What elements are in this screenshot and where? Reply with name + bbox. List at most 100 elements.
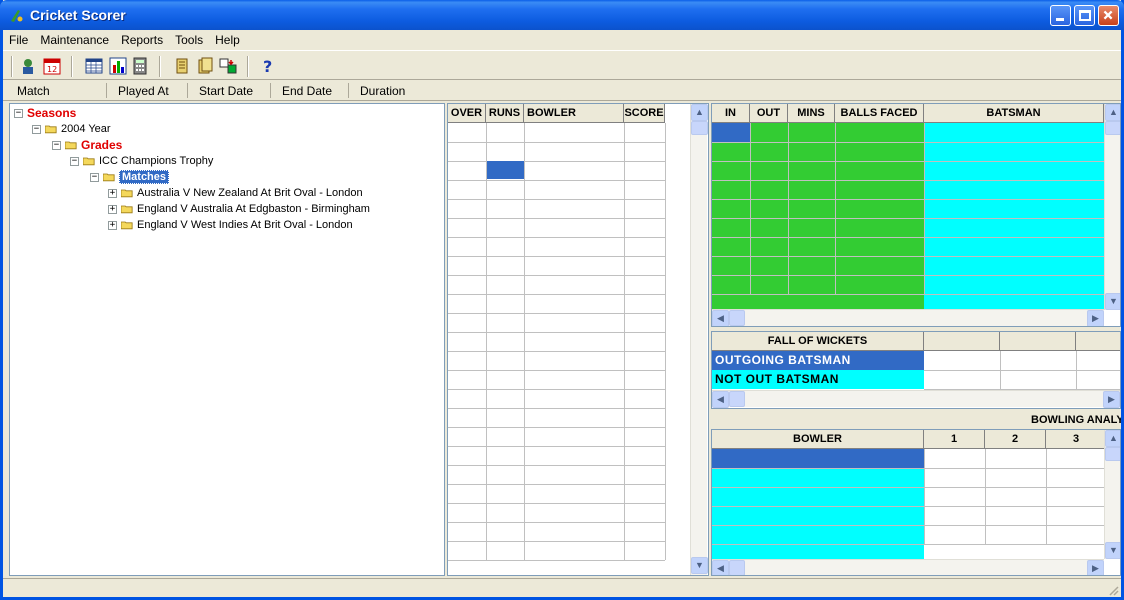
bowling-vscrollbar[interactable]: ▲ ▼ <box>1104 430 1120 559</box>
column-match[interactable]: Match <box>17 84 50 98</box>
header-over-3[interactable]: 3 <box>1046 430 1107 449</box>
scroll-right-arrow[interactable]: ▶ <box>1103 391 1120 408</box>
expand-icon[interactable]: + <box>108 204 117 214</box>
calculator-icon[interactable] <box>131 57 149 75</box>
chart-icon[interactable] <box>109 57 127 75</box>
batting-vscrollbar[interactable]: ▲ ▼ <box>1104 104 1120 310</box>
menu-reports[interactable]: Reports <box>115 33 169 47</box>
tree-label-match[interactable]: England V West Indies At Brit Oval - Lon… <box>137 219 353 231</box>
batting-cyan-area[interactable] <box>924 123 1104 310</box>
batting-green-area[interactable] <box>712 123 924 310</box>
collapse-icon[interactable]: − <box>90 172 99 182</box>
fall-of-wickets-grid[interactable]: FALL OF WICKETS OUTGOING BATSMAN NOT OUT… <box>711 331 1121 409</box>
maximize-button[interactable] <box>1074 5 1095 26</box>
outgoing-batsman-label[interactable]: OUTGOING BATSMAN <box>712 351 924 370</box>
bowling-grid[interactable]: BOWLER 1 2 3 ▲ ▼ ◀ ▶ <box>711 429 1121 576</box>
batting-grid[interactable]: IN OUT MINS BALLS FACED BATSMAN ▲ ▼ ◀ ▶ <box>711 103 1121 327</box>
header-fall-of-wickets[interactable]: FALL OF WICKETS <box>712 332 924 351</box>
bowling-hscrollbar[interactable]: ◀ ▶ <box>712 559 1104 575</box>
over-grid-scrollbar[interactable]: ▲ ▼ <box>690 104 708 575</box>
header-balls-faced[interactable]: BALLS FACED <box>835 104 924 123</box>
tree-node-matches[interactable]: − Matches <box>90 169 170 185</box>
tree-node-match[interactable]: + England V Australia At Edgbaston - Bir… <box>108 201 370 217</box>
tree-label-seasons[interactable]: Seasons <box>27 106 76 120</box>
scroll-up-arrow[interactable]: ▲ <box>1105 104 1120 121</box>
selected-cell[interactable] <box>712 123 750 142</box>
scroll-thumb[interactable] <box>729 391 745 407</box>
scroll-down-arrow[interactable]: ▼ <box>691 557 708 574</box>
header-over-2[interactable]: 2 <box>985 430 1046 449</box>
scroll-icon[interactable] <box>173 57 191 75</box>
batting-hscrollbar[interactable]: ◀ ▶ <box>712 309 1104 326</box>
tree-label-trophy[interactable]: ICC Champions Trophy <box>99 155 213 167</box>
menu-help[interactable]: Help <box>209 33 246 47</box>
fow-hscrollbar[interactable]: ◀ ▶ <box>712 390 1120 408</box>
scroll-left-arrow[interactable]: ◀ <box>712 391 729 408</box>
selected-cell[interactable] <box>487 161 524 179</box>
scroll-right-arrow[interactable]: ▶ <box>1087 310 1104 326</box>
header-in[interactable]: IN <box>712 104 750 123</box>
tree-node-seasons[interactable]: − Seasons <box>14 105 76 121</box>
scroll-down-arrow[interactable]: ▼ <box>1105 293 1120 310</box>
column-divider[interactable] <box>187 83 188 98</box>
scroll-thumb[interactable] <box>729 310 745 326</box>
menu-tools[interactable]: Tools <box>169 33 209 47</box>
header-bowler[interactable]: BOWLER <box>524 104 624 123</box>
resize-grip-icon[interactable] <box>1107 584 1119 596</box>
tree-label-grades[interactable]: Grades <box>81 138 122 152</box>
column-duration[interactable]: Duration <box>360 84 405 98</box>
header-batsman[interactable]: BATSMAN <box>924 104 1104 123</box>
header-mins[interactable]: MINS <box>788 104 835 123</box>
scroll-thumb[interactable] <box>1105 121 1120 135</box>
header-wicket-1[interactable] <box>924 332 1000 351</box>
scroll-up-arrow[interactable]: ▲ <box>1105 430 1120 447</box>
scroll-thumb[interactable] <box>691 121 708 135</box>
tree-node-trophy[interactable]: − ICC Champions Trophy <box>70 153 213 169</box>
title-bar[interactable]: Cricket Scorer <box>0 0 1124 30</box>
help-icon[interactable]: ? <box>259 57 277 75</box>
tree-label-matches[interactable]: Matches <box>119 170 170 184</box>
collapse-icon[interactable]: − <box>14 108 23 118</box>
header-runs[interactable]: RUNS <box>486 104 524 123</box>
header-bowler[interactable]: BOWLER <box>712 430 924 449</box>
header-score[interactable]: SCORE <box>624 104 665 123</box>
column-divider[interactable] <box>270 83 271 98</box>
close-button[interactable] <box>1098 5 1119 26</box>
scroll-left-arrow[interactable]: ◀ <box>712 310 729 326</box>
tree-label-year[interactable]: 2004 Year <box>61 123 111 135</box>
tree-label-match[interactable]: England V Australia At Edgbaston - Birmi… <box>137 203 370 215</box>
calendar-icon[interactable]: 12 <box>43 57 61 75</box>
column-divider[interactable] <box>106 83 107 98</box>
selected-bowler-row[interactable] <box>712 449 924 468</box>
user-icon[interactable] <box>19 57 37 75</box>
column-start-date[interactable]: Start Date <box>199 84 253 98</box>
not-out-batsman-label[interactable]: NOT OUT BATSMAN <box>712 370 924 389</box>
column-end-date[interactable]: End Date <box>282 84 332 98</box>
tree-node-match[interactable]: + England V West Indies At Brit Oval - L… <box>108 217 353 233</box>
expand-icon[interactable]: + <box>108 220 117 230</box>
minimize-button[interactable] <box>1050 5 1071 26</box>
tree-node-year[interactable]: − 2004 Year <box>32 121 111 137</box>
scroll-thumb[interactable] <box>729 560 745 575</box>
bowler-cyan-area[interactable] <box>712 468 924 559</box>
document-icon[interactable] <box>196 57 214 75</box>
tree-node-match[interactable]: + Australia V New Zealand At Brit Oval -… <box>108 185 363 201</box>
transfer-icon[interactable] <box>219 57 237 75</box>
header-out[interactable]: OUT <box>750 104 788 123</box>
collapse-icon[interactable]: − <box>70 156 79 166</box>
scroll-thumb[interactable] <box>1105 447 1120 461</box>
scroll-up-arrow[interactable]: ▲ <box>691 104 708 121</box>
header-wicket-2[interactable] <box>1000 332 1076 351</box>
column-divider[interactable] <box>348 83 349 98</box>
column-played-at[interactable]: Played At <box>118 84 169 98</box>
menu-maintenance[interactable]: Maintenance <box>34 33 115 47</box>
over-grid[interactable]: OVER RUNS BOWLER SCORE ▲ ▼ <box>447 103 709 576</box>
menu-file[interactable]: File <box>3 33 34 47</box>
scroll-down-arrow[interactable]: ▼ <box>1105 542 1120 559</box>
collapse-icon[interactable]: − <box>32 124 41 134</box>
scroll-left-arrow[interactable]: ◀ <box>712 560 729 575</box>
tree-node-grades[interactable]: − Grades <box>52 137 122 153</box>
header-over[interactable]: OVER <box>448 104 486 123</box>
expand-icon[interactable]: + <box>108 188 117 198</box>
header-wicket-3[interactable] <box>1076 332 1120 351</box>
